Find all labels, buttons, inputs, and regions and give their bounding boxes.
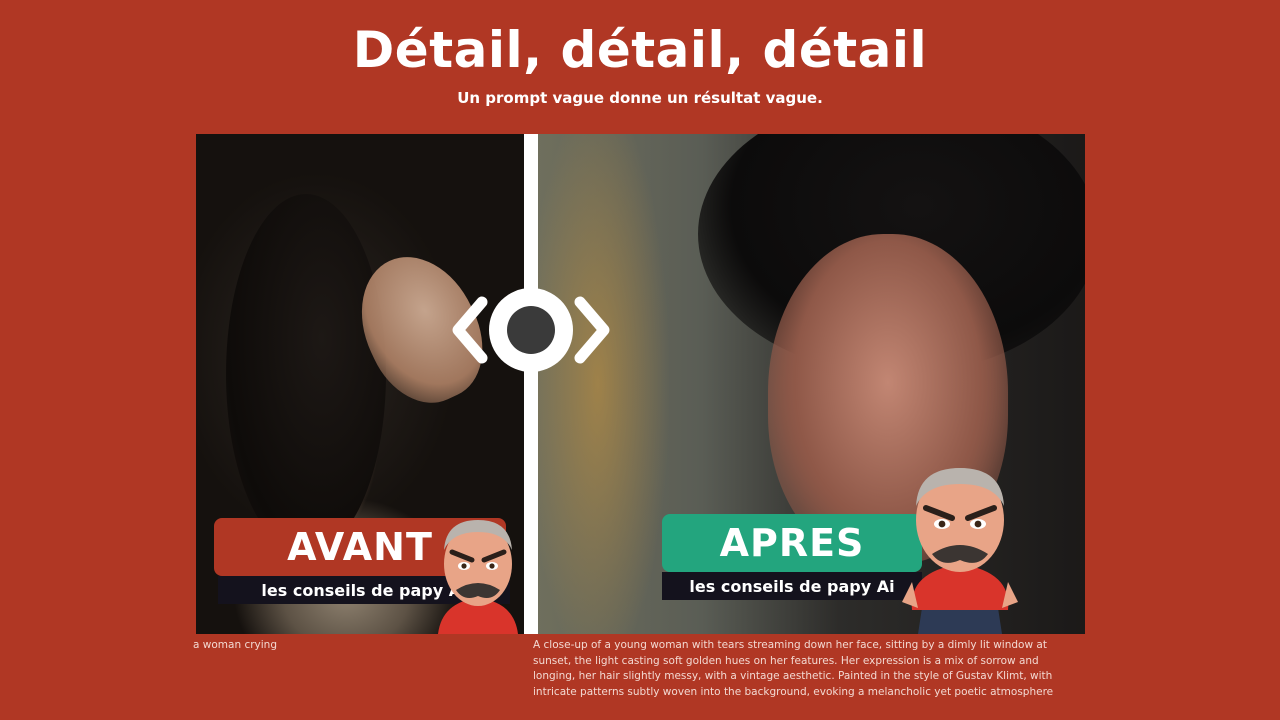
page-title: Détail, détail, détail	[352, 21, 928, 79]
papy-ai-mascot-icon	[438, 520, 518, 634]
apres-sub-banner: les conseils de papy Ai	[662, 572, 922, 600]
compare-slider-icon	[507, 306, 555, 354]
apres-badge: APRES	[662, 514, 922, 572]
before-hair-shape	[226, 194, 386, 554]
chevron-right-icon[interactable]	[572, 294, 612, 366]
chevron-left-icon[interactable]	[450, 294, 490, 366]
after-prompt-caption: A close-up of a young woman with tears s…	[533, 639, 1054, 698]
before-prompt-caption: a woman crying	[193, 639, 277, 651]
compare-slider-handle[interactable]	[489, 288, 573, 372]
page-subtitle: Un prompt vague donne un résultat vague.	[457, 89, 823, 107]
papy-ai-mascot-icon	[902, 468, 1018, 634]
compare-divider[interactable]	[524, 134, 538, 634]
